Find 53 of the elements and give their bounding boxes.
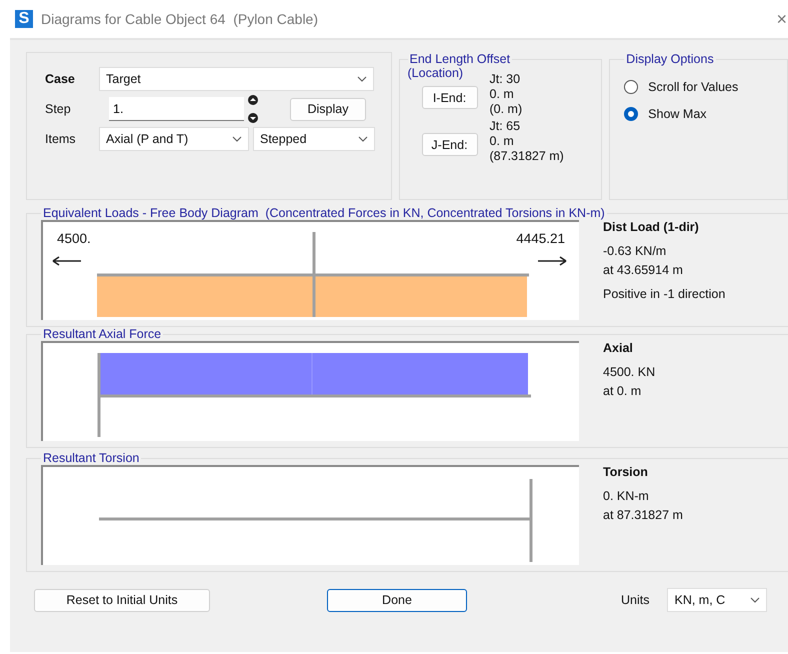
done-button[interactable]: Done xyxy=(327,588,467,612)
direction-note: Positive in -1 direction xyxy=(603,287,726,301)
option-label: Scroll for Values xyxy=(648,80,738,94)
offset-text: 0. m xyxy=(490,134,515,149)
app-icon: S xyxy=(15,10,33,28)
close-button[interactable]: × xyxy=(776,9,787,30)
spin-up-button[interactable] xyxy=(248,95,258,105)
chevron-icon xyxy=(232,136,242,142)
case-label: Case xyxy=(45,72,76,86)
group-title: Display Options xyxy=(625,52,715,66)
result-text: 0. KN-m xyxy=(603,489,650,503)
arrow-icon xyxy=(52,256,82,266)
display-button[interactable]: Display xyxy=(290,98,366,120)
group-subtitle: (Location) xyxy=(408,66,464,80)
units-dropdown[interactable]: KN, m, C xyxy=(667,588,768,612)
panel-title: Resultant Axial Force xyxy=(42,327,162,341)
spin-down-button[interactable] xyxy=(248,113,258,123)
mode-dropdown[interactable]: Stepped xyxy=(253,127,375,151)
chevron-icon xyxy=(750,597,760,603)
step-label: Step xyxy=(45,102,72,116)
force-value: 4445.21 xyxy=(516,231,565,246)
result-text: at 87.31827 m xyxy=(603,508,683,522)
location-text: (87.31827 m) xyxy=(490,149,564,164)
result-text: at 0. m xyxy=(603,384,642,398)
chevron-icon xyxy=(358,136,368,142)
panel-title: Resultant Torsion xyxy=(42,451,140,465)
window-title: Diagrams for Cable Object 64 (Pylon Cable) xyxy=(41,11,318,27)
case-dropdown[interactable]: Target xyxy=(99,67,374,91)
chevron-icon xyxy=(357,76,367,82)
group-title: End Length Offset xyxy=(408,52,512,66)
end-button[interactable]: I-End: xyxy=(422,86,478,109)
location-text: (0. m) xyxy=(490,102,522,117)
result-heading: Torsion xyxy=(603,465,649,479)
items-dropdown[interactable]: Axial (P and T) xyxy=(99,127,249,151)
result-text: -0.63 KN/m xyxy=(603,244,668,258)
radio-button[interactable] xyxy=(624,80,638,94)
units-label: Units xyxy=(621,593,650,607)
joint-text: Jt: 30 xyxy=(490,72,522,87)
option-label: Show Max xyxy=(648,107,707,121)
reset-units-button[interactable]: Reset to Initial Units xyxy=(34,588,210,612)
arrow-icon xyxy=(537,256,567,266)
result-heading: Dist Load (1-dir) xyxy=(603,220,700,234)
radio-button[interactable] xyxy=(624,107,638,121)
items-label: Items xyxy=(45,132,77,146)
result-text: 4500. KN xyxy=(603,365,656,379)
panel-title: Equivalent Loads - Free Body Diagram (Concentrated Forces in KN, Concentrated Torsions in KN-m) xyxy=(42,206,606,220)
offset-text: 0. m xyxy=(490,87,515,102)
result-text: at 43.65914 m xyxy=(603,263,684,277)
step-field[interactable]: 1. xyxy=(109,97,244,121)
end-button[interactable]: J-End: xyxy=(422,133,478,156)
joint-text: Jt: 65 xyxy=(490,119,522,134)
force-value: 4500. xyxy=(57,231,91,246)
result-heading: Axial xyxy=(603,341,634,355)
